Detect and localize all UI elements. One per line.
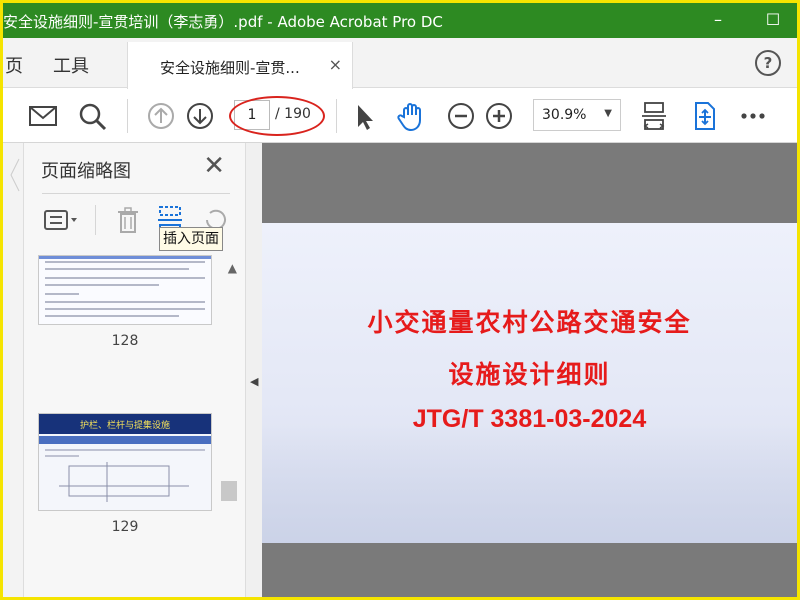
trash-icon[interactable] [113, 205, 143, 235]
panel-divider [42, 193, 230, 194]
panel-splitter[interactable]: ◀ [245, 143, 262, 597]
email-icon[interactable] [26, 99, 60, 133]
document-tab-label: 安全设施细则-宣贯... [160, 59, 300, 77]
zoom-out-icon[interactable] [444, 99, 478, 133]
close-tab-button[interactable]: × [329, 55, 342, 74]
document-view: 小交通量农村公路交通安全 设施设计细则 JTG/T 3381-03-2024 [262, 143, 797, 597]
close-panel-button[interactable]: ✕ [203, 151, 225, 181]
search-icon[interactable] [75, 99, 109, 133]
title-bar: 安全设施细则-宣贯培训（李志勇）.pdf - Adobe Acrobat Pro… [3, 3, 797, 38]
thumbnail-page[interactable] [38, 255, 212, 325]
fit-page-icon[interactable] [637, 99, 671, 133]
document-title-line2: 设施设计细则 [448, 360, 611, 389]
insert-page-tooltip: 插入页面 [159, 227, 223, 251]
thumbnail-heading: 护栏、栏杆与提集设施 [80, 419, 170, 431]
panel-tool-divider [95, 205, 96, 235]
page-background-image [262, 423, 797, 543]
thumbnail-panel: 页面缩略图 ✕ 插入页面 128 护栏、栏杆与提集设施 129 ▲ [23, 143, 246, 597]
highlight-ellipse [229, 96, 325, 136]
next-page-icon[interactable] [183, 99, 217, 133]
scrollbar-thumb[interactable] [221, 481, 237, 501]
document-code: JTG/T 3381-03-2024 [412, 405, 647, 433]
help-button[interactable]: ? [755, 50, 781, 76]
rotate-page-icon[interactable] [687, 99, 721, 133]
thumbnail-page-label: 128 [111, 333, 139, 349]
options-menu-icon[interactable] [42, 205, 77, 235]
select-cursor-icon[interactable] [347, 99, 381, 133]
toolbar-divider [127, 99, 128, 133]
toolbar: 1 / 190 30.9% ▼ [3, 89, 797, 143]
chevron-down-icon: ▼ [604, 108, 612, 119]
thumbnail-page-label: 129 [111, 519, 139, 535]
tab-document[interactable]: 安全设施细则-宣贯... × [127, 42, 353, 89]
more-options-icon[interactable] [737, 99, 771, 133]
panel-pointer-icon [10, 158, 20, 192]
zoom-select[interactable]: 30.9% ▼ [533, 99, 621, 131]
maximize-button[interactable]: ☐ [760, 7, 786, 33]
collapse-panel-icon[interactable]: ◀ [250, 375, 258, 388]
hand-tool-icon[interactable] [395, 99, 429, 133]
zoom-value: 30.9% [542, 107, 587, 123]
thumbnail-list: 128 护栏、栏杆与提集设施 129 [24, 253, 246, 597]
app-window: 安全设施细则-宣贯培训（李志勇）.pdf - Adobe Acrobat Pro… [0, 0, 800, 600]
toolbar-divider [336, 99, 337, 133]
previous-page-icon[interactable] [144, 99, 178, 133]
left-nav-strip [3, 143, 23, 597]
panel-title: 页面缩略图 [41, 161, 131, 182]
tab-home[interactable]: 页 [5, 52, 23, 78]
document-title-line1: 小交通量农村公路交通安全 [367, 308, 692, 337]
zoom-in-icon[interactable] [482, 99, 516, 133]
scroll-up-arrow[interactable]: ▲ [228, 261, 237, 275]
minimize-button[interactable]: – [705, 7, 731, 33]
tab-bar: 页 工具 安全设施细则-宣贯... × ? [3, 38, 797, 89]
thumbnail-page[interactable]: 护栏、栏杆与提集设施 [38, 413, 212, 511]
tab-tools[interactable]: 工具 [53, 52, 89, 78]
window-title: 安全设施细则-宣贯培训（李志勇）.pdf - Adobe Acrobat Pro… [3, 13, 443, 31]
document-page: 小交通量农村公路交通安全 设施设计细则 JTG/T 3381-03-2024 [262, 223, 797, 543]
